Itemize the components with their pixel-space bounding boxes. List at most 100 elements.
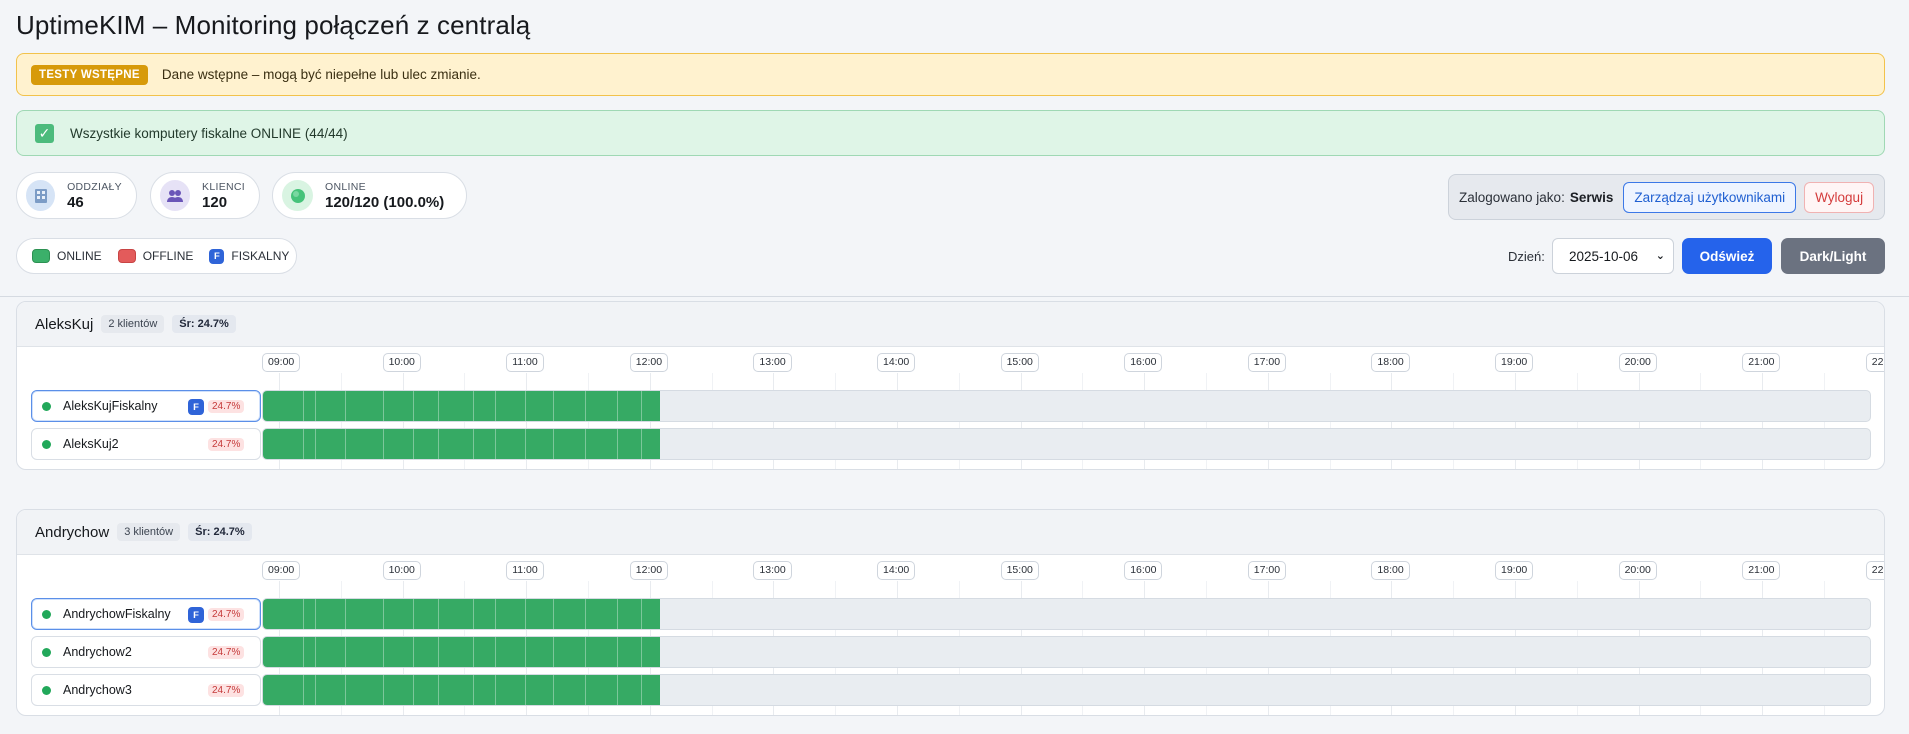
branch-name: AleksKuj (35, 315, 94, 333)
uptime-percent-badge: 24.7% (208, 684, 245, 697)
uptime-segment-divider (315, 391, 316, 421)
client-row[interactable]: AleksKujFiskalny F 24.7% (31, 390, 261, 422)
uptime-segment-divider (553, 599, 554, 629)
uptime-segment-divider (553, 391, 554, 421)
refresh-button[interactable]: Odśwież (1682, 238, 1772, 274)
uptime-segment-divider (617, 637, 618, 667)
hour-label: 09:00 (262, 353, 301, 372)
hour-label: 21:00 (1742, 353, 1781, 372)
theme-toggle-button[interactable]: Dark/Light (1781, 238, 1885, 274)
stat-value: 120/120 (100.0%) (325, 193, 445, 211)
branch-header: AleksKuj 2 klientów Śr: 24.7% (17, 302, 1884, 347)
legend-online: ONLINE (32, 249, 102, 263)
uptime-segment-divider (413, 429, 414, 459)
uptime-segment-divider (617, 391, 618, 421)
average-badge: Śr: 24.7% (188, 523, 252, 541)
online-status-dot (42, 439, 51, 449)
login-info: Zalogowano jako: Serwis Zarządzaj użytko… (1448, 174, 1885, 220)
online-uptime-bar[interactable] (263, 429, 660, 459)
uptime-segment-divider (473, 429, 474, 459)
legend-fiscal: F FISKALNY (209, 248, 289, 264)
online-uptime-bar[interactable] (263, 675, 660, 705)
uptime-segment-divider (525, 599, 526, 629)
logout-button[interactable]: Wyloguj (1804, 181, 1875, 213)
hour-label: 16:00 (1124, 561, 1163, 580)
hour-label: 18:00 (1371, 353, 1410, 372)
uptime-track[interactable] (262, 390, 1871, 422)
uptime-segment-divider (553, 675, 554, 705)
stat-label: ONLINE (325, 180, 366, 193)
online-status-dot (42, 647, 51, 657)
client-row[interactable]: Andrychow3 24.7% (31, 674, 261, 706)
uptime-segment-divider (585, 429, 586, 459)
uptime-segment-divider (495, 391, 496, 421)
users-icon (160, 180, 191, 211)
legend-label: OFFLINE (142, 249, 194, 263)
online-uptime-bar[interactable] (263, 391, 660, 421)
uptime-segment-divider (315, 637, 316, 667)
timeline: 09:00 10:00 11:00 12:00 13:00 14:00 15:00 16:00… (17, 555, 1884, 715)
uptime-track[interactable] (262, 428, 1871, 460)
hour-label: 22:00 (1865, 561, 1884, 580)
warning-text: Dane wstępne – mogą być niepełne lub ule… (161, 67, 481, 82)
branch-name: Andrychow (35, 523, 110, 541)
uptime-segment-divider (303, 637, 304, 667)
online-uptime-bar[interactable] (263, 599, 660, 629)
uptime-track[interactable] (262, 674, 1871, 706)
day-label: Dzień: (1508, 249, 1545, 264)
login-prefix: Zalogowano jako: (1459, 189, 1565, 205)
legend-offline: OFFLINE (117, 249, 194, 263)
uptime-segment-divider (438, 599, 439, 629)
legend: ONLINE OFFLINE F FISKALNY (16, 238, 297, 274)
uptime-segment-divider (617, 675, 618, 705)
client-count-badge: 2 klientów (101, 315, 165, 333)
uptime-segment-divider (641, 675, 642, 705)
uptime-segment-divider (315, 599, 316, 629)
page-title: UptimeKIM – Monitoring połączeń z centra… (16, 10, 531, 40)
hour-label: 20:00 (1618, 353, 1657, 372)
online-swatch-icon (32, 249, 50, 263)
online-globe-icon (282, 180, 313, 211)
hour-label: 16:00 (1124, 353, 1163, 372)
uptime-track[interactable] (262, 636, 1871, 668)
legend-label: ONLINE (57, 249, 102, 263)
hour-label: 21:00 (1742, 561, 1781, 580)
hour-label: 19:00 (1495, 353, 1534, 372)
hour-label: 17:00 (1247, 561, 1287, 580)
username: Serwis (1569, 189, 1614, 205)
hour-label: 15:00 (1000, 561, 1039, 580)
uptime-segment-divider (413, 391, 414, 421)
hour-label: 10:00 (382, 561, 421, 580)
uptime-segment-divider (315, 675, 316, 705)
uptime-segment-divider (473, 599, 474, 629)
online-status-dot (42, 685, 51, 695)
hour-label: 11:00 (506, 353, 544, 372)
hour-label: 19:00 (1495, 561, 1534, 580)
uptime-segment-divider (495, 599, 496, 629)
client-count-badge: 3 klientów (117, 523, 181, 541)
uptime-segment-divider (495, 429, 496, 459)
fiscal-badge-icon: F (188, 399, 204, 415)
uptime-segment-divider (525, 637, 526, 667)
fiscal-status-text: Wszystkie komputery fiskalne ONLINE (44/… (70, 125, 348, 141)
uptime-segment-divider (345, 391, 346, 421)
branch-group: AleksKuj 2 klientów Śr: 24.7% 09:00 10:00 11:… (16, 301, 1885, 470)
uptime-segment-divider (495, 675, 496, 705)
uptime-segment-divider (525, 391, 526, 421)
uptime-segment-divider (617, 429, 618, 459)
offline-swatch-icon (117, 249, 136, 263)
uptime-segment-divider (553, 429, 554, 459)
test-warning-banner: TESTY WSTĘPNE Dane wstępne – mogą być ni… (16, 53, 1885, 96)
manage-users-button[interactable]: Zarządzaj użytkownikami (1623, 181, 1797, 213)
client-row[interactable]: AleksKuj2 24.7% (31, 428, 261, 460)
online-uptime-bar[interactable] (263, 637, 660, 667)
hour-label: 10:00 (382, 353, 421, 372)
day-select[interactable]: 2025-10-06 ⌄ (1552, 238, 1674, 274)
hour-label: 09:00 (262, 561, 301, 580)
client-row[interactable]: Andrychow2 24.7% (31, 636, 261, 668)
hour-label: 22:00 (1865, 353, 1884, 372)
hour-label: 13:00 (753, 561, 792, 580)
client-row[interactable]: AndrychowFiskalny F 24.7% (31, 598, 261, 630)
client-name: AleksKuj2 (63, 437, 119, 451)
uptime-track[interactable] (262, 598, 1871, 630)
